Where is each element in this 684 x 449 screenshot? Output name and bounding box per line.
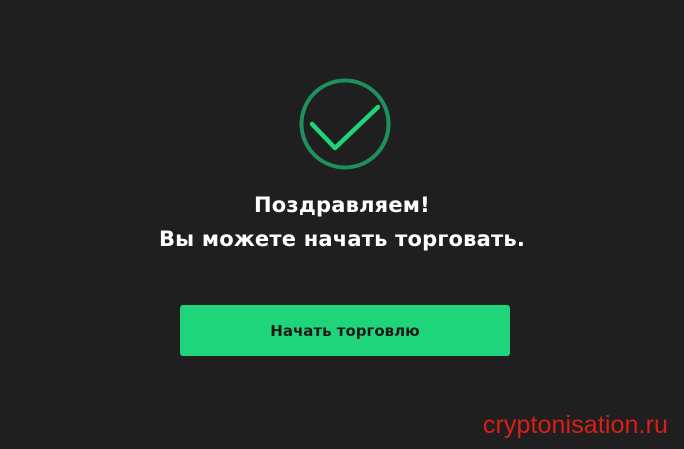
- success-title: Поздравляем!: [254, 193, 430, 217]
- checkmark-icon: [297, 76, 393, 172]
- success-subtitle: Вы можете начать торговать.: [158, 227, 526, 251]
- start-trading-button[interactable]: Начать торговлю: [180, 305, 510, 356]
- success-screen: Поздравляем! Вы можете начать торговать.…: [0, 0, 684, 449]
- watermark: cryptonisation.ru: [482, 411, 668, 439]
